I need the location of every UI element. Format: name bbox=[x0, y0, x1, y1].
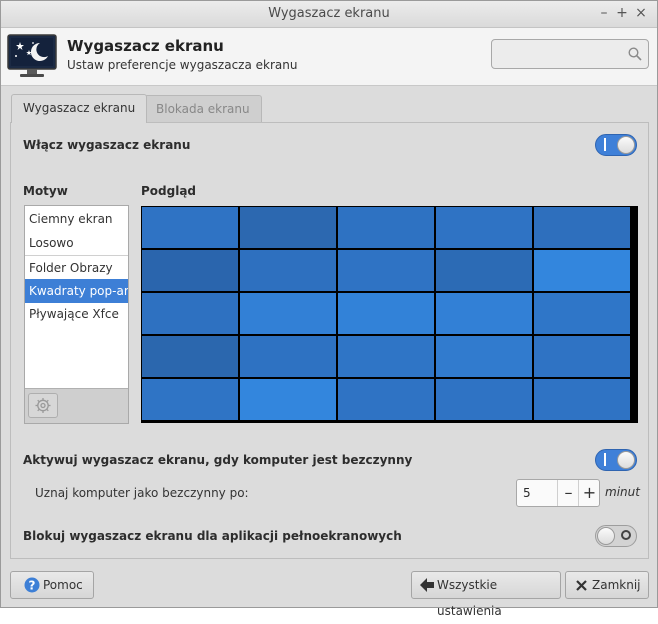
header-subtitle: Ustaw preferencje wygaszacza ekranu bbox=[67, 58, 298, 72]
dialog-header: Wygaszacz ekranu Ustaw preferencje wygas… bbox=[1, 28, 657, 86]
maximize-icon[interactable]: + bbox=[613, 4, 631, 22]
theme-list: Ciemny ekran Losowo Folder Obrazy Kwadra… bbox=[24, 205, 129, 424]
idle-delay-label: Uznaj komputer jako bezczynny po: bbox=[35, 486, 249, 500]
preview-area bbox=[141, 206, 638, 423]
theme-settings-button[interactable] bbox=[28, 393, 58, 418]
preview-square bbox=[240, 250, 336, 291]
tab-screensaver[interactable]: Wygaszacz ekranu bbox=[11, 94, 148, 123]
preview-square bbox=[338, 379, 434, 420]
help-label: Pomoc bbox=[43, 578, 83, 592]
close-icon bbox=[576, 580, 587, 591]
all-settings-label: Wszystkie ustawienia bbox=[437, 578, 502, 618]
enable-screensaver-toggle[interactable] bbox=[595, 134, 637, 156]
preview-square bbox=[142, 336, 238, 377]
close-window-icon[interactable]: × bbox=[632, 4, 650, 22]
preview-square bbox=[436, 250, 532, 291]
preview-square bbox=[436, 336, 532, 377]
preview-square bbox=[534, 293, 630, 334]
preview-square bbox=[436, 293, 532, 334]
preview-square bbox=[436, 379, 532, 420]
theme-heading: Motyw bbox=[23, 184, 68, 198]
activate-when-idle-toggle[interactable] bbox=[595, 449, 637, 471]
screensaver-window: Wygaszacz ekranu – + × Wygaszacz ekranu … bbox=[0, 0, 658, 618]
increase-button[interactable]: + bbox=[578, 480, 600, 506]
idle-delay-unit: minut bbox=[605, 485, 640, 499]
gear-icon bbox=[35, 398, 51, 413]
tab-lock-screen[interactable]: Blokada ekranu bbox=[144, 95, 262, 123]
arrow-left-icon bbox=[420, 578, 434, 592]
activate-when-idle-label: Aktywuj wygaszacz ekranu, gdy komputer j… bbox=[23, 453, 413, 467]
preview-square bbox=[142, 379, 238, 420]
enable-screensaver-label: Włącz wygaszacz ekranu bbox=[23, 138, 191, 152]
preview-square bbox=[240, 379, 336, 420]
screensaver-app-icon bbox=[7, 34, 57, 77]
theme-item-popart-squares[interactable]: Kwadraty pop-art bbox=[25, 279, 128, 303]
preview-square bbox=[534, 207, 630, 248]
decrease-button[interactable]: – bbox=[557, 480, 579, 506]
preview-square bbox=[338, 250, 434, 291]
idle-delay-spinner[interactable]: 5 – + bbox=[516, 479, 600, 507]
preview-square bbox=[240, 336, 336, 377]
close-label: Zamknij bbox=[592, 578, 641, 592]
idle-delay-value[interactable]: 5 bbox=[523, 486, 531, 500]
all-settings-button[interactable]: Wszystkie ustawienia bbox=[411, 571, 561, 618]
title-bar[interactable]: Wygaszacz ekranu – + × bbox=[1, 1, 657, 28]
preview-heading: Podgląd bbox=[141, 184, 197, 198]
preview-square bbox=[142, 250, 238, 291]
svg-text:?: ? bbox=[29, 578, 36, 592]
preview-square bbox=[338, 207, 434, 248]
header-title: Wygaszacz ekranu bbox=[67, 37, 224, 55]
preview-square bbox=[338, 293, 434, 334]
help-button[interactable]: ? Pomoc bbox=[10, 571, 94, 599]
close-button[interactable]: Zamknij bbox=[565, 571, 649, 599]
preview-square bbox=[534, 336, 630, 377]
preview-square bbox=[436, 207, 532, 248]
preview-square bbox=[534, 379, 630, 420]
help-icon: ? bbox=[24, 577, 40, 593]
theme-item-pictures-folder[interactable]: Folder Obrazy bbox=[25, 256, 128, 280]
preview-square bbox=[338, 336, 434, 377]
fullscreen-inhibit-label: Blokuj wygaszacz ekranu dla aplikacji pe… bbox=[23, 529, 402, 543]
theme-item-floating-xfce[interactable]: Pływające Xfce bbox=[25, 302, 128, 326]
theme-item-dark-screen[interactable]: Ciemny ekran bbox=[25, 207, 128, 231]
preview-square bbox=[142, 207, 238, 248]
theme-item-random[interactable]: Losowo bbox=[25, 231, 128, 255]
preview-square bbox=[240, 293, 336, 334]
preview-square bbox=[240, 207, 336, 248]
minimize-icon[interactable]: – bbox=[595, 4, 613, 22]
window-title: Wygaszacz ekranu bbox=[268, 6, 390, 21]
fullscreen-inhibit-toggle[interactable] bbox=[595, 525, 637, 547]
theme-list-toolbar bbox=[25, 388, 128, 423]
preview-square bbox=[534, 250, 630, 291]
search-input[interactable] bbox=[491, 39, 649, 69]
preview-square bbox=[142, 293, 238, 334]
search-icon bbox=[628, 47, 642, 61]
